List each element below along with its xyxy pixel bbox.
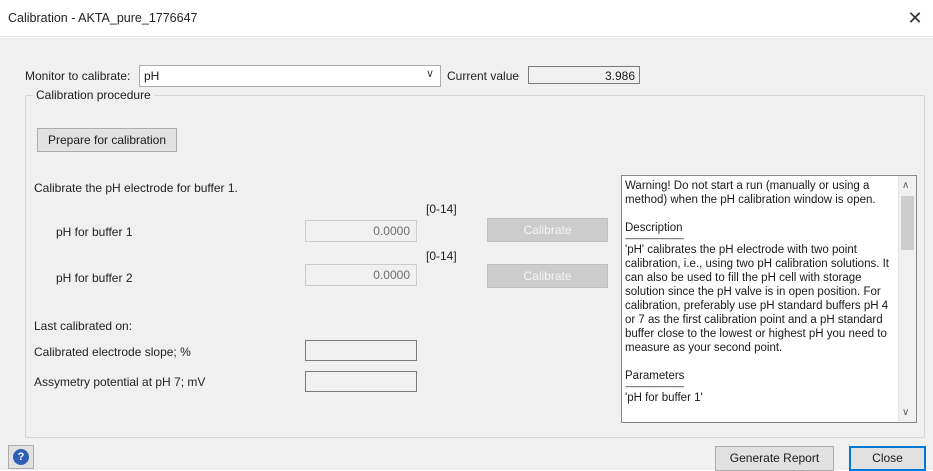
parameters-divider: -----------------------------------	[625, 383, 684, 391]
close-button[interactable]: Close	[849, 446, 926, 471]
current-value-field: 3.986	[528, 66, 640, 84]
generate-report-button[interactable]: Generate Report	[715, 446, 834, 471]
help-icon: ?	[13, 449, 29, 465]
monitor-select-value: pH	[144, 69, 160, 83]
scroll-down-icon[interactable]: ∨	[902, 407, 909, 418]
description-divider: -----------------------------------	[625, 235, 684, 243]
slope-label: Calibrated electrode slope; %	[34, 345, 191, 359]
parameters-heading: Parameters	[625, 370, 685, 382]
calibration-procedure-title: Calibration procedure	[33, 88, 154, 102]
monitor-select[interactable]: pH ∨	[139, 65, 441, 87]
buffer1-ph-input[interactable]: 0.0000	[305, 220, 417, 242]
description-warning: Warning! Do not start a run (manually or…	[625, 180, 876, 206]
buffer2-ph-input[interactable]: 0.0000	[305, 264, 417, 286]
current-value-label: Current value	[447, 69, 520, 83]
title-bar: Calibration - AKTA_pure_1776647 ✕	[0, 0, 933, 37]
scroll-up-icon[interactable]: ∧	[902, 180, 909, 191]
buffer2-label: pH for buffer 2	[56, 271, 133, 285]
description-panel[interactable]: Warning! Do not start a run (manually or…	[621, 175, 917, 423]
slope-field	[305, 340, 417, 361]
description-body: 'pH' calibrates the pH electrode with tw…	[625, 244, 889, 354]
description-text: Warning! Do not start a run (manually or…	[625, 179, 897, 405]
scrollbar-thumb[interactable]	[901, 196, 914, 250]
dialog-body: Monitor to calibrate: pH ∨ Current value…	[0, 38, 933, 471]
close-icon[interactable]: ✕	[903, 6, 927, 30]
buffer1-range: [0-14]	[426, 202, 457, 216]
calibrate-buffer2-button[interactable]: Calibrate	[487, 264, 608, 288]
asymmetry-field	[305, 371, 417, 392]
parameters-first-entry: 'pH for buffer 1'	[625, 392, 703, 404]
description-heading: Description	[625, 222, 683, 234]
prepare-calibration-button[interactable]: Prepare for calibration	[37, 128, 177, 152]
monitor-label: Monitor to calibrate:	[25, 69, 131, 83]
help-button[interactable]: ?	[8, 445, 34, 469]
window-title: Calibration - AKTA_pure_1776647	[8, 11, 198, 25]
last-calibrated-label: Last calibrated on:	[34, 319, 133, 333]
description-scrollbar[interactable]: ∧ ∨	[898, 176, 916, 422]
calibrate-buffer1-button[interactable]: Calibrate	[487, 218, 608, 242]
buffer2-range: [0-14]	[426, 249, 457, 263]
chevron-down-icon: ∨	[425, 68, 434, 80]
calibration-instruction: Calibrate the pH electrode for buffer 1.	[34, 181, 238, 195]
buffer1-label: pH for buffer 1	[56, 225, 133, 239]
asymmetry-label: Assymetry potential at pH 7; mV	[34, 375, 206, 389]
